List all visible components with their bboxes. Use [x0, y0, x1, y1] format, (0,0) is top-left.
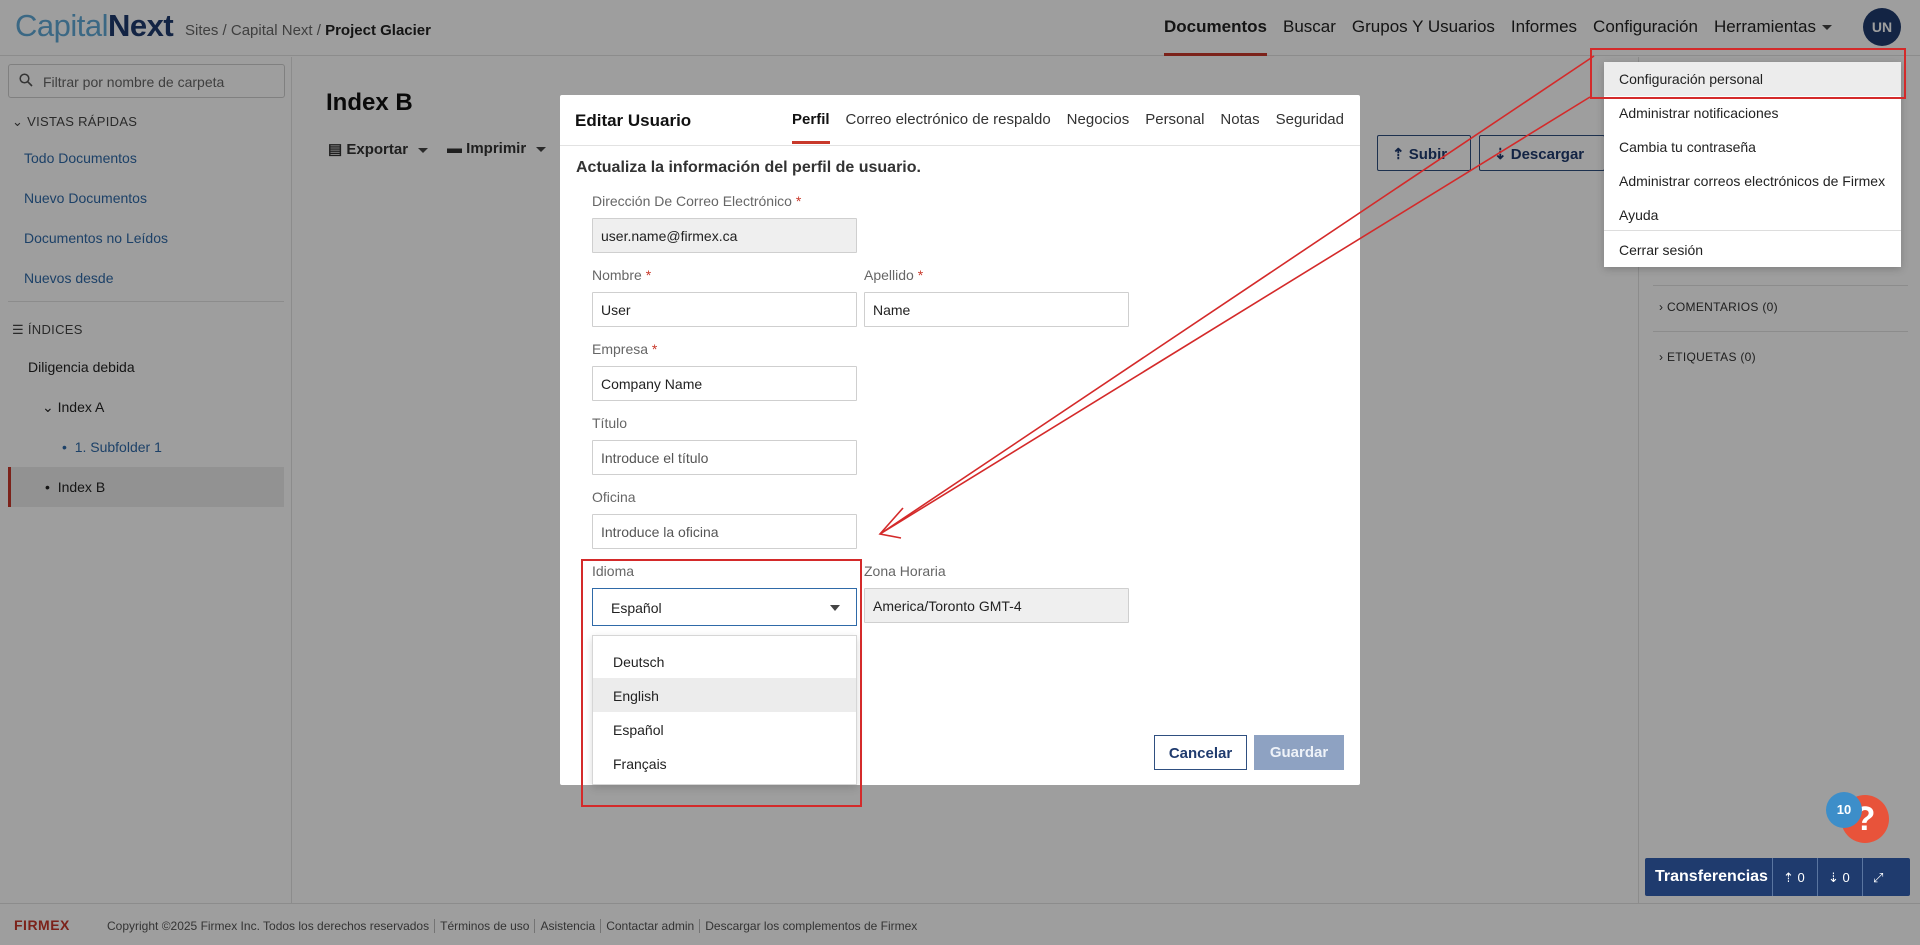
download-icon: ⇣	[1828, 870, 1839, 885]
transfers-uploads[interactable]: ⇡ 0	[1772, 858, 1817, 896]
help-badge: 10	[1826, 792, 1862, 828]
annotation-arrow	[878, 55, 1595, 539]
upload-icon: ⇡	[1783, 870, 1794, 885]
transfers-bar[interactable]: Transferencias ⇡ 0 ⇣ 0 ⤢	[1645, 858, 1910, 896]
expand-icon[interactable]: ⤢	[1862, 858, 1910, 896]
transfers-downloads[interactable]: ⇣ 0	[1817, 858, 1862, 896]
transfers-label: Transferencias	[1655, 868, 1768, 885]
